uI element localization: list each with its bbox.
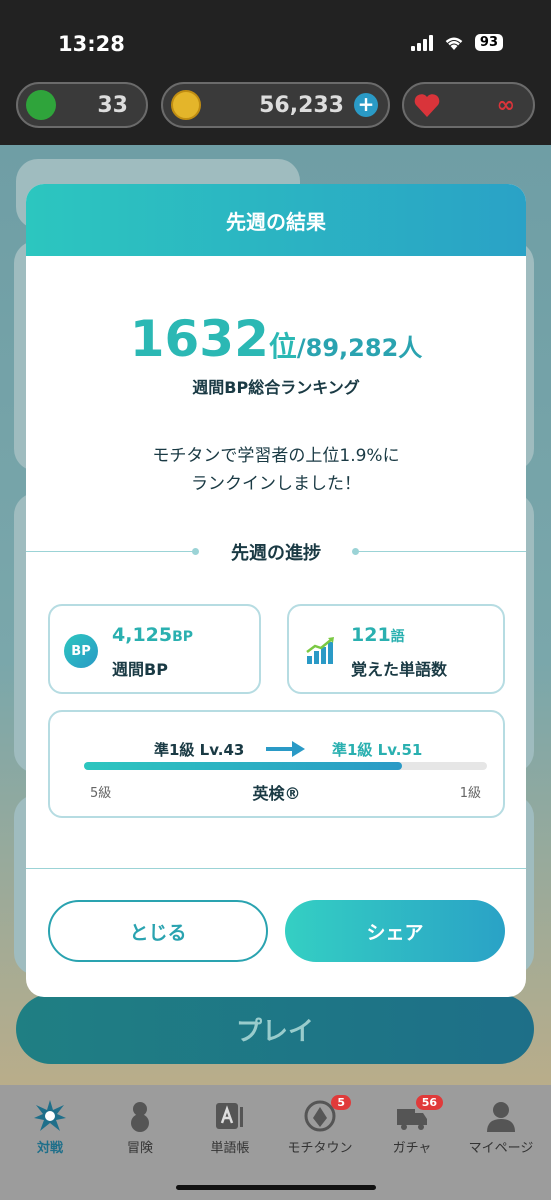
weekly-bp-label: 週間BP [112, 660, 168, 679]
words-number: 121 [351, 624, 391, 646]
level-progress-bar [84, 762, 487, 770]
weekly-result-modal: 先週の結果 1632位/89,282人 週間BP総合ランキング モチタンで学習者… [26, 184, 526, 997]
gacha-badge: 56 [415, 1095, 443, 1110]
footer-divider [26, 868, 526, 869]
tab-bar: 対戦 冒険 単語帳 5 モチタウン 56 ガチャ マイページ [0, 1085, 551, 1200]
growth-chart-icon [306, 637, 334, 664]
signal-icon [410, 34, 433, 51]
adventure-icon [123, 1099, 157, 1133]
words-label: 覚えた単語数 [351, 660, 448, 679]
words-value: 121語 [351, 624, 405, 646]
tab-label: 冒険 [126, 1141, 153, 1156]
rank-message-line1: モチタンで学習者の上位1.9%に [152, 446, 400, 466]
heart-icon [414, 94, 440, 117]
weekly-bp-unit: BP [172, 629, 194, 645]
tab-wordbook[interactable]: 単語帳 [180, 1099, 280, 1156]
rank-total: /89,282人 [296, 334, 423, 362]
town-icon: 5 [303, 1095, 351, 1133]
tab-mypage[interactable]: マイページ [451, 1099, 551, 1156]
progress-title: 先週の進捗 [231, 543, 321, 564]
leaf-count: 33 [97, 93, 128, 118]
heart-count: ∞ [496, 93, 515, 118]
bp-icon: BP [64, 634, 98, 668]
words-card: 121語 覚えた単語数 [287, 604, 505, 694]
tab-label: ガチャ [392, 1141, 432, 1156]
weekly-bp-number: 4,125 [112, 624, 173, 646]
battery-level: 93 [474, 34, 503, 51]
rank-number: 1632 [129, 310, 269, 368]
play-button[interactable]: プレイ [16, 994, 534, 1064]
arrow-right-icon [266, 741, 305, 757]
status-time: 13:28 [58, 32, 125, 56]
rank-message-line2: ランクインしました！ [191, 474, 361, 494]
battle-icon [33, 1099, 67, 1133]
close-button[interactable]: とじる [48, 900, 268, 962]
level-max: 1級 [459, 786, 481, 801]
modal-title: 先週の結果 [26, 184, 526, 256]
add-coins-icon[interactable]: + [354, 93, 378, 117]
tab-battle[interactable]: 対戦 [0, 1099, 100, 1156]
wordbook-icon [213, 1099, 247, 1133]
tab-gacha[interactable]: 56 ガチャ [362, 1095, 462, 1156]
wifi-icon [445, 37, 463, 50]
town-badge: 5 [331, 1095, 351, 1110]
weekly-bp-card: BP 4,125BP 週間BP [48, 604, 261, 694]
gacha-icon: 56 [395, 1095, 443, 1133]
share-button[interactable]: シェア [285, 900, 505, 962]
tab-town[interactable]: 5 モチタウン [270, 1095, 370, 1156]
rank-message: モチタンで学習者の上位1.9%に ランクインしました！ [26, 442, 526, 498]
eiken-level-card: 準1級 Lv.43 準1級 Lv.51 5級 英検® 1級 [48, 710, 505, 818]
tab-label: 対戦 [36, 1141, 63, 1156]
level-to: 準1級 Lv.51 [332, 741, 423, 759]
coin-icon [171, 90, 201, 120]
leaf-icon [26, 90, 56, 120]
coin-counter[interactable]: 56,233 + [161, 82, 390, 128]
exam-name: 英検® [252, 784, 301, 803]
tab-label: 単語帳 [210, 1141, 250, 1156]
rank-unit: 位 [268, 330, 297, 363]
rank-label: 週間BP総合ランキング [192, 378, 360, 397]
heart-counter[interactable]: ∞ [402, 82, 535, 128]
home-indicator [176, 1185, 376, 1190]
tab-label: マイページ [468, 1141, 534, 1156]
status-indicators: 93 [410, 34, 503, 51]
leaf-counter[interactable]: 33 [16, 82, 148, 128]
tab-label: モチタウン [287, 1141, 353, 1156]
words-unit: 語 [390, 629, 405, 645]
level-from: 準1級 Lv.43 [154, 741, 245, 759]
coin-count: 56,233 [259, 93, 344, 118]
progress-divider: 先週の進捗 [26, 539, 526, 564]
level-progress-fill [84, 762, 403, 770]
tab-adventure[interactable]: 冒険 [90, 1099, 190, 1156]
rank-display: 1632位/89,282人 [26, 310, 526, 368]
divider-line-right [356, 551, 526, 552]
top-bar: 13:28 93 33 56,233 + ∞ [0, 0, 551, 145]
profile-icon [484, 1099, 518, 1133]
weekly-bp-value: 4,125BP [112, 624, 193, 646]
